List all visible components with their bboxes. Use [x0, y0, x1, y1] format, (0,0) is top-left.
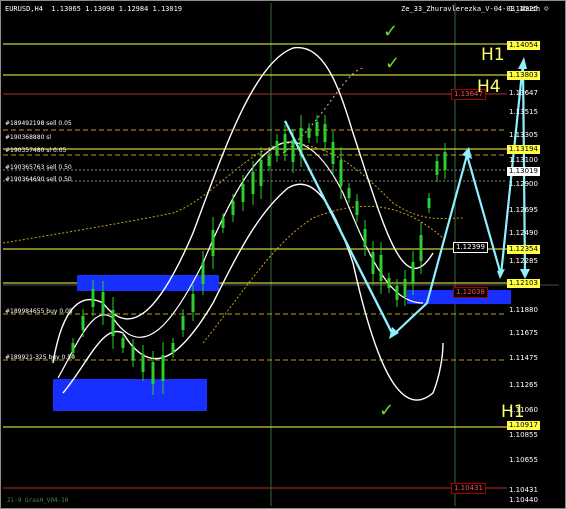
footer-label: Zi-9 GrasH_V04-10 [7, 497, 69, 504]
candle-body [141, 354, 145, 372]
candle-body [283, 134, 287, 152]
price-axis-label: 1.13100 [509, 156, 538, 164]
projection-leg [284, 120, 394, 336]
price-box: 1.12038 [453, 287, 488, 298]
candle-body [231, 201, 235, 215]
price-axis-label: 1.12900 [509, 180, 538, 188]
price-axis-label: 1.10855 [509, 431, 538, 439]
price-axis-label: 1.11265 [509, 381, 538, 389]
candle-body [315, 122, 319, 136]
order-label: #189492198 sell 0.05 [5, 120, 72, 127]
order-label: #190368880 sl [5, 134, 52, 141]
price-axis-label: 1.12354 [507, 245, 540, 254]
check-icon: ✓ [379, 400, 395, 421]
price-axis-label: 1.14325 [509, 5, 538, 13]
price-axis-label: 1.13194 [507, 145, 540, 154]
price-axis-label: 1.11675 [509, 329, 538, 337]
band-lower [62, 183, 444, 401]
candle-body [259, 160, 263, 186]
h1-top-label: H1 [481, 45, 505, 65]
order-label: #190365763 sell 0.50 [5, 164, 72, 171]
order-label: #189921-325 buy 0.50 [5, 354, 75, 361]
price-axis-label: 1.10655 [509, 456, 538, 464]
order-label: #190357480 sl 0.05 [5, 147, 67, 154]
candle-body [275, 141, 279, 155]
check-icon: ✓ [385, 53, 401, 74]
candle-body [403, 279, 407, 297]
candle-body [427, 198, 431, 208]
price-axis-label: 1.12103 [507, 279, 540, 288]
candle-body [161, 355, 165, 381]
candle-body [387, 278, 391, 288]
price-axis-label: 1.13515 [509, 108, 538, 116]
moving-average [3, 142, 464, 244]
candle-body [411, 262, 415, 284]
price-box: 1.10431 [451, 483, 486, 494]
chart-canvas [3, 3, 559, 506]
candle-body [111, 310, 115, 336]
candle-body [395, 286, 399, 300]
chart-window[interactable]: EURUSD,H4 1.13065 1.13090 1.12984 1.1301… [0, 0, 566, 509]
candle-body [379, 255, 383, 281]
candle-body [81, 316, 85, 330]
price-axis-label: 1.10431 [509, 486, 538, 494]
candle-body [201, 262, 205, 284]
candle-body [131, 346, 135, 360]
h4-label: H4 [477, 77, 501, 97]
order-label: #190364690 sell 0.50 [5, 176, 72, 183]
symbol-label: EURUSD,H4 1.13065 1.13090 1.12984 1.1301… [5, 5, 183, 13]
candle-body [191, 294, 195, 312]
price-axis-label: 1.13019 [507, 167, 540, 176]
candle-body [91, 289, 95, 307]
price-axis-label: 1.14054 [507, 41, 540, 50]
candle-body [371, 252, 375, 274]
candle-body [241, 184, 245, 202]
price-axis-label: 1.10440 [509, 496, 538, 504]
price-box: 1.12399 [453, 242, 488, 253]
candle-body [355, 201, 359, 215]
candle-body [291, 140, 295, 162]
price-axis-label: 1.12695 [509, 206, 538, 214]
candle-body [121, 338, 125, 348]
arrow-head [497, 269, 505, 279]
chart-plot-area[interactable]: EURUSD,H4 1.13065 1.13090 1.12984 1.1301… [3, 3, 559, 506]
candle-body [151, 362, 155, 384]
price-axis-label: 1.11880 [509, 306, 538, 314]
candle-body [221, 218, 225, 228]
candle-body [171, 343, 175, 353]
candle-body [435, 161, 439, 175]
candle-body [307, 128, 311, 138]
check-icon: ✓ [383, 21, 399, 42]
price-axis-label: 1.11060 [509, 406, 538, 414]
price-axis-label: 1.12285 [509, 257, 538, 265]
candle-body [71, 343, 75, 353]
candle-body [331, 142, 335, 164]
price-axis-label: 1.13305 [509, 131, 538, 139]
order-label: #189984655 buy 0.05 [5, 308, 73, 315]
candle-series [71, 115, 447, 395]
candle-body [101, 292, 105, 314]
price-axis-label: 1.13647 [509, 89, 538, 97]
candle-body [323, 124, 327, 142]
price-axis-label: 1.13803 [507, 71, 540, 80]
candle-body [363, 229, 367, 247]
candle-body [347, 188, 351, 198]
candle-body [443, 152, 447, 170]
price-axis-label: 1.11475 [509, 354, 538, 362]
candle-body [181, 316, 185, 330]
candle-body [267, 156, 271, 166]
demand-zone [53, 379, 207, 411]
candle-body [251, 172, 255, 194]
price-axis-label: 1.10917 [507, 421, 540, 430]
price-axis[interactable]: 1.14325 1.14054 1.13803 1.13647 1.13515 1.133… [505, 1, 563, 508]
price-axis-label: 1.12490 [509, 229, 538, 237]
candle-body [211, 230, 215, 256]
candle-body [339, 160, 343, 186]
candle-body [419, 235, 423, 261]
demand-zone [77, 275, 219, 291]
